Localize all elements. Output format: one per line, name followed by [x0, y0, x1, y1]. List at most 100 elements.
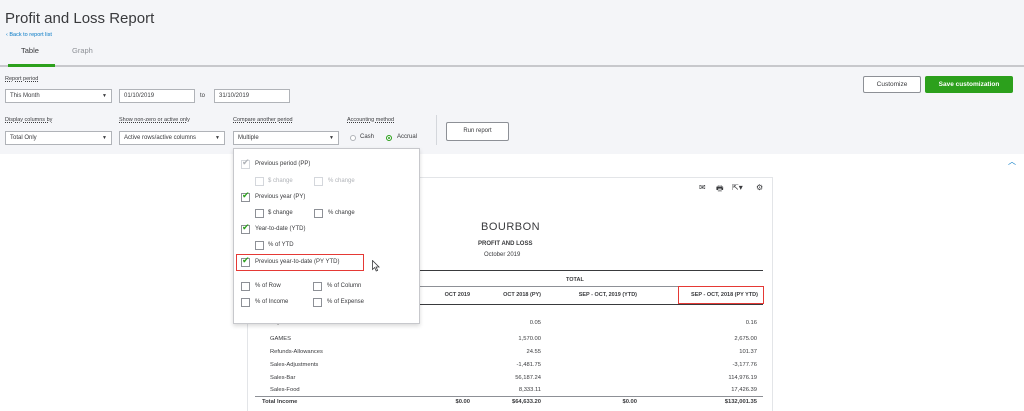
table-cell: 114,976.19 — [728, 375, 757, 381]
table-cell: 2,675.00 — [734, 336, 757, 342]
report-period-label: Report period — [5, 76, 39, 82]
total-rule — [255, 396, 763, 397]
compare-period-select[interactable]: Multiple ▼ — [233, 131, 339, 145]
controls-divider — [436, 115, 437, 145]
show-nonzero-value: Active rows/active columns — [124, 135, 197, 141]
column-header[interactable]: OCT 2018 (PY) — [476, 292, 541, 298]
customize-button[interactable]: Customize — [863, 76, 921, 93]
compare-period-label: Compare another period — [233, 117, 293, 123]
option-label[interactable]: Year-to-date (YTD) — [255, 226, 305, 232]
table-cell: 17,426.39 — [731, 387, 757, 393]
compare-period-value: Multiple — [238, 135, 259, 141]
run-report-button[interactable]: Run report — [446, 122, 509, 141]
print-icon[interactable]: 🖶 — [716, 183, 724, 197]
report-period-text: October 2019 — [484, 252, 521, 258]
save-customization-button[interactable]: Save customization — [925, 76, 1013, 93]
option-label[interactable]: $ change — [268, 178, 293, 184]
total-cell: $0.00 — [622, 399, 637, 405]
cash-radio-label[interactable]: Cash — [360, 134, 374, 140]
option-label[interactable]: % of Row — [255, 283, 281, 289]
chevron-down-icon: ▼ — [215, 135, 220, 141]
tab-divider — [0, 65, 1024, 67]
option-label[interactable]: % change — [328, 210, 355, 216]
column-header[interactable]: SEP - OCT, 2019 (YTD) — [550, 292, 637, 298]
total-column-header: TOTAL — [566, 277, 584, 283]
mouse-cursor-icon — [372, 260, 380, 272]
table-cell: 101.37 — [739, 349, 757, 355]
checkbox-previous-period[interactable]: ✔ — [241, 157, 250, 169]
checkbox-pp-dollar-change[interactable] — [255, 177, 264, 186]
accrual-radio-label[interactable]: Accrual — [397, 134, 417, 140]
highlight-annotation-box — [678, 286, 764, 304]
table-cell: 1,570.00 — [518, 336, 541, 342]
option-label[interactable]: % of Expense — [327, 299, 364, 305]
report-period-value: This Month — [10, 93, 40, 99]
accounting-method-label: Accounting method — [347, 117, 395, 123]
column-header[interactable]: OCT 2019 — [420, 292, 470, 298]
checkbox-percent-of-row[interactable] — [241, 282, 250, 291]
checkbox-percent-of-ytd[interactable] — [255, 241, 264, 250]
row-label[interactable]: Sales-Bar — [270, 375, 295, 381]
back-link-label[interactable]: Back to report list — [9, 32, 52, 38]
checkbox-percent-of-income[interactable] — [241, 298, 250, 307]
display-columns-select[interactable]: Total Only ▼ — [5, 131, 112, 145]
total-cell: $64,633.20 — [511, 399, 541, 405]
checkbox-percent-of-column[interactable] — [313, 282, 322, 291]
show-nonzero-select[interactable]: Active rows/active columns ▼ — [119, 131, 225, 145]
option-label[interactable]: % of Income — [255, 299, 288, 305]
total-cell: $0.00 — [455, 399, 470, 405]
row-label[interactable]: Sales-Food — [270, 387, 300, 393]
checkbox-percent-of-expense[interactable] — [313, 298, 322, 307]
chevron-up-icon[interactable]: ︿ — [1008, 156, 1016, 167]
option-label[interactable]: % of YTD — [268, 242, 294, 248]
tab-active-indicator — [8, 64, 55, 67]
report-title: PROFIT AND LOSS — [478, 241, 533, 247]
option-label[interactable]: $ change — [268, 210, 293, 216]
total-row-label[interactable]: Total Income — [262, 399, 297, 405]
option-label[interactable]: % of Column — [327, 283, 361, 289]
check-icon: ✔ — [242, 157, 250, 167]
chevron-down-icon: ▼ — [102, 93, 107, 99]
row-label[interactable]: Sales-Adjustments — [270, 362, 318, 368]
date-from-input[interactable]: 01/10/2019 — [119, 89, 195, 103]
checkbox-py-dollar-change[interactable] — [255, 209, 264, 218]
table-cell: 0.16 — [745, 320, 757, 326]
display-columns-value: Total Only — [10, 135, 37, 141]
check-icon: ✔ — [242, 222, 250, 232]
email-icon[interactable]: ✉ — [699, 183, 706, 192]
row-label[interactable]: Refunds-Allowances — [270, 349, 323, 355]
table-cell: 56,187.24 — [515, 375, 541, 381]
tab-graph[interactable]: Graph — [72, 46, 93, 55]
checkbox-previous-year[interactable]: ✔ — [241, 190, 250, 202]
tab-table[interactable]: Table — [21, 46, 39, 55]
compare-period-dropdown — [233, 148, 420, 324]
checkbox-pp-percent-change[interactable] — [314, 177, 323, 186]
table-cell: 8,333.11 — [518, 387, 541, 393]
date-range-to-label: to — [200, 93, 206, 99]
report-period-select[interactable]: This Month ▼ — [5, 89, 112, 103]
option-label[interactable]: Previous period (PP) — [255, 161, 310, 167]
export-icon[interactable]: ⇱▾ — [732, 183, 743, 192]
gear-icon[interactable]: ⚙ — [756, 183, 763, 192]
chevron-down-icon: ▼ — [102, 135, 107, 141]
option-label[interactable]: % change — [328, 178, 355, 184]
checkbox-py-percent-change[interactable] — [314, 209, 323, 218]
check-icon: ✔ — [242, 190, 250, 200]
table-cell: 0.05 — [529, 320, 541, 326]
table-cell: -3,177.76 — [732, 362, 758, 368]
total-cell: $132,001.35 — [724, 399, 757, 405]
display-columns-label: Display columns by — [5, 117, 53, 123]
show-nonzero-label: Show non-zero or active only — [119, 117, 190, 123]
back-to-report-list-link[interactable]: ‹ Back to report list — [6, 32, 52, 38]
page-title: Profit and Loss Report — [5, 10, 155, 27]
company-name: BOURBON — [481, 221, 541, 233]
table-cell: -1,481.75 — [516, 362, 542, 368]
date-to-input[interactable]: 31/10/2019 — [214, 89, 290, 103]
accrual-radio[interactable] — [386, 135, 392, 141]
chevron-down-icon: ▼ — [329, 135, 334, 141]
option-label[interactable]: Previous year (PY) — [255, 194, 305, 200]
table-cell: 24.55 — [526, 349, 541, 355]
checkbox-year-to-date[interactable]: ✔ — [241, 222, 250, 234]
cash-radio[interactable] — [350, 135, 356, 141]
row-label[interactable]: GAMES — [270, 336, 291, 342]
